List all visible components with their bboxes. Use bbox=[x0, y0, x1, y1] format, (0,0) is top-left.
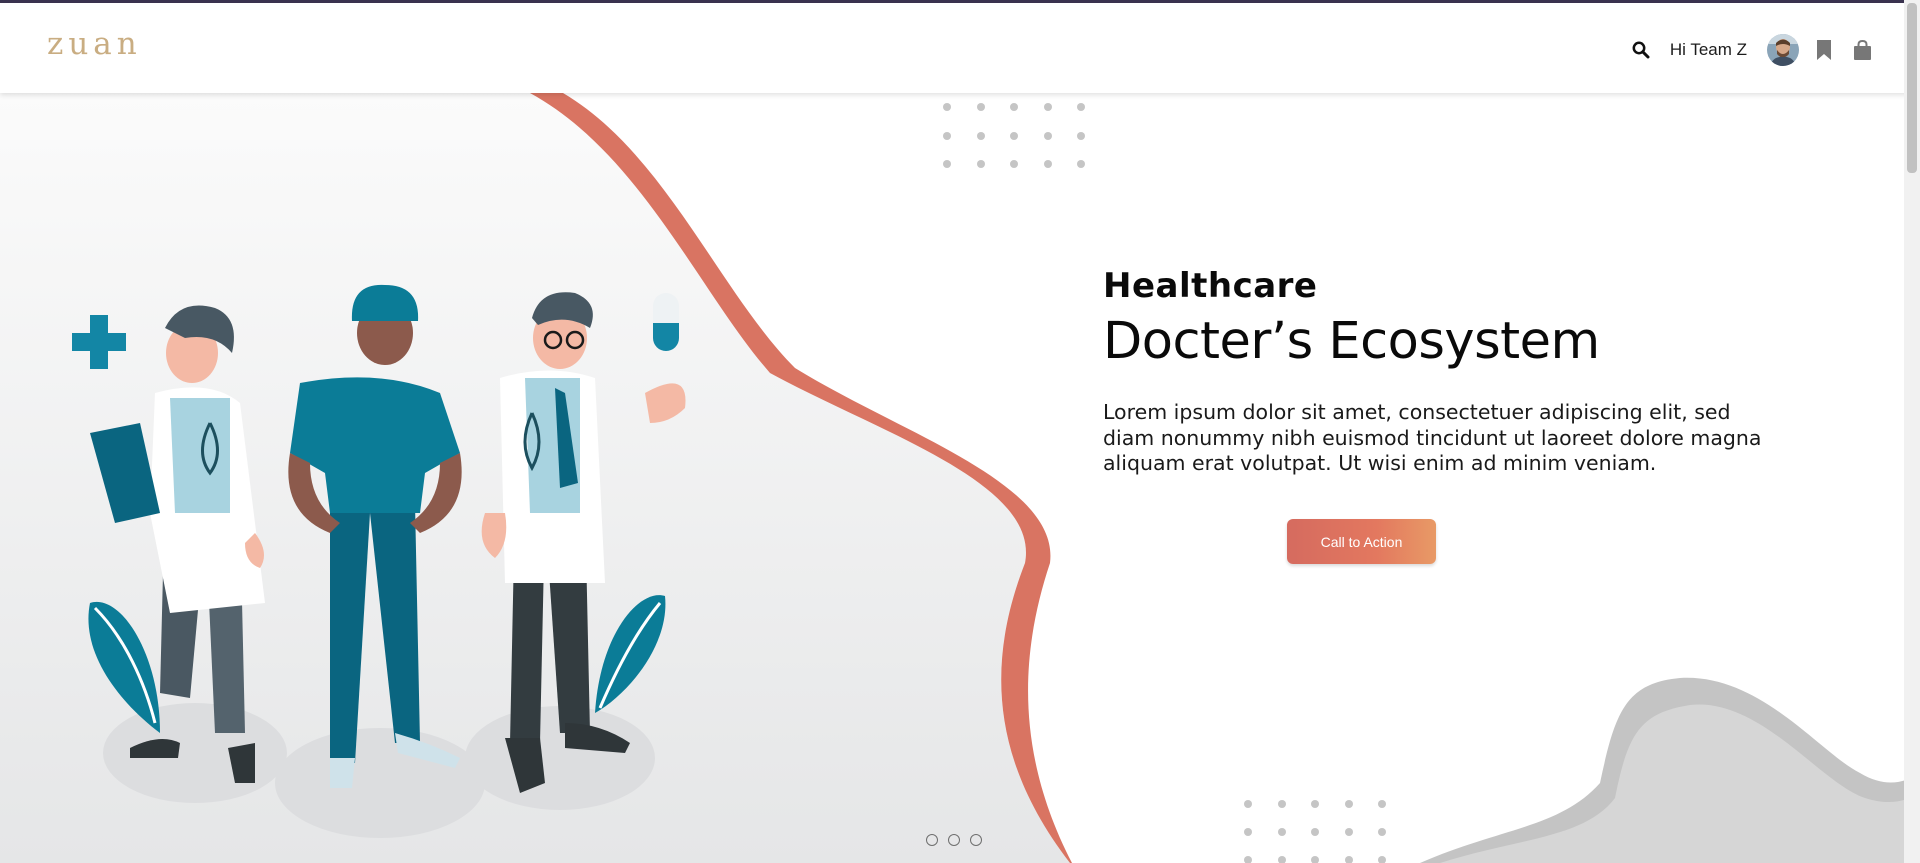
call-to-action-button[interactable]: Call to Action bbox=[1287, 519, 1436, 564]
dot-grid-bottom bbox=[1244, 800, 1386, 863]
hero-text-block: Healthcare Docter’s Ecosystem Lorem ipsu… bbox=[1103, 266, 1803, 477]
header-actions: Hi Team Z bbox=[1632, 30, 1872, 70]
top-navbar: zuan Hi Team Z bbox=[0, 3, 1920, 93]
user-greeting[interactable]: Hi Team Z bbox=[1670, 40, 1747, 60]
hero-headline: Docter’s Ecosystem bbox=[1103, 312, 1600, 371]
scrollbar-thumb[interactable] bbox=[1907, 3, 1917, 173]
bookmark-icon[interactable] bbox=[1816, 39, 1832, 61]
brand-logo[interactable]: zuan bbox=[47, 26, 142, 62]
carousel-dot[interactable] bbox=[948, 834, 960, 846]
dot-grid-top bbox=[943, 103, 1085, 168]
vertical-scrollbar[interactable] bbox=[1904, 0, 1920, 863]
carousel-dot[interactable] bbox=[926, 834, 938, 846]
carousel-dot[interactable] bbox=[970, 834, 982, 846]
avatar[interactable] bbox=[1767, 34, 1799, 66]
hero-eyebrow: Healthcare bbox=[1103, 266, 1318, 306]
bag-icon[interactable] bbox=[1853, 40, 1872, 60]
hero-section: Healthcare Docter’s Ecosystem Lorem ipsu… bbox=[0, 93, 1920, 863]
search-icon[interactable] bbox=[1632, 41, 1650, 59]
carousel-dots bbox=[926, 834, 982, 846]
hero-background bbox=[0, 93, 1920, 863]
hero-description: Lorem ipsum dolor sit amet, consectetuer… bbox=[1103, 400, 1762, 475]
